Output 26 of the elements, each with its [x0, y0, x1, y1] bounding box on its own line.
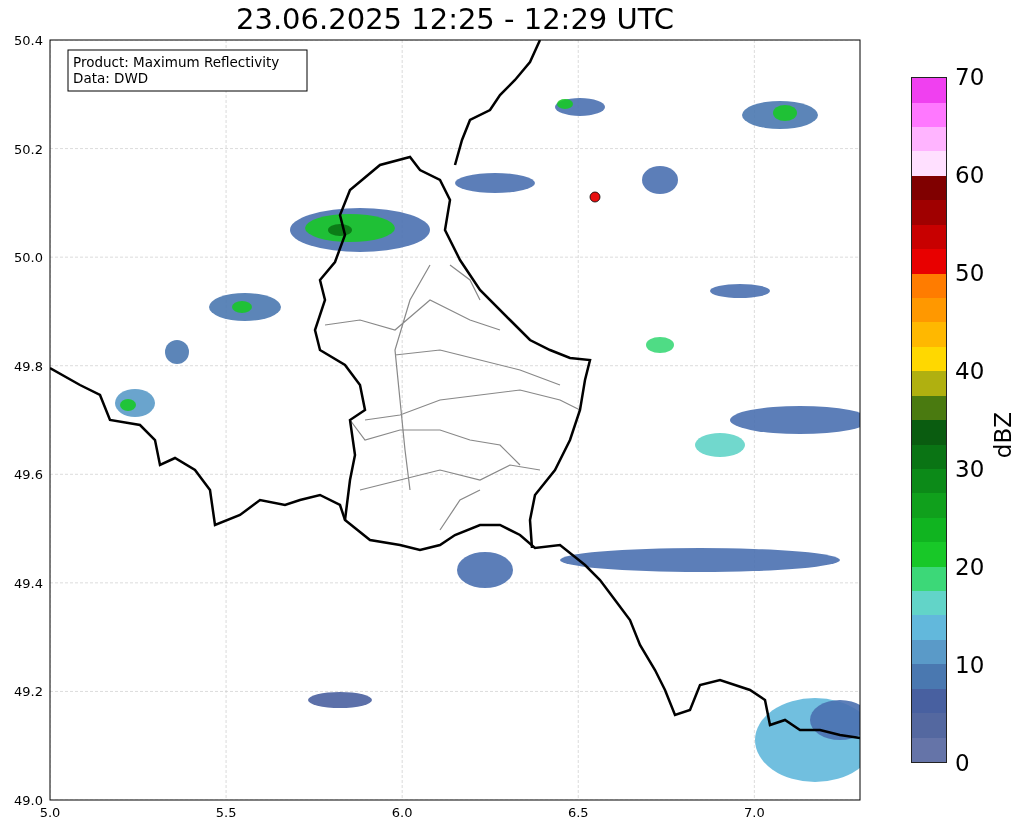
tick-label: 49.0 [14, 793, 43, 808]
tick-label: 49.6 [14, 467, 43, 483]
tick-label: 50.4 [14, 34, 43, 48]
location-marker [589, 191, 601, 203]
tick-label: 6.0 [391, 805, 413, 820]
legend-text: Product: Maximum Reflectivity [73, 54, 280, 70]
tick-label: 5.0 [39, 805, 61, 820]
tick-label: 5.5 [215, 805, 237, 820]
tick-label: 50 [955, 260, 985, 286]
tick-label: 7.0 [744, 805, 765, 820]
tick-label: 49.2 [14, 684, 43, 700]
tick-label: 60 [955, 162, 985, 188]
colorbar-label: dBZ [990, 412, 1017, 459]
tick-label: 30 [955, 456, 985, 482]
chart-title: 23.06.2025 12:25 - 12:29 UTC [236, 2, 674, 36]
tick-label: 0 [955, 750, 971, 776]
tick-label: 40 [955, 358, 985, 384]
tick-label: 20 [955, 554, 985, 580]
tick-label: 49.8 [14, 358, 43, 374]
tick-label: 10 [955, 652, 985, 678]
tick-label: 70 [955, 64, 985, 90]
tick-label: 50.0 [14, 250, 43, 266]
tick-label: 49.4 [14, 575, 43, 591]
tick-label: 50.2 [14, 141, 43, 157]
legend-text: Data: DWD [73, 70, 149, 86]
tick-label: 6.5 [567, 805, 589, 820]
